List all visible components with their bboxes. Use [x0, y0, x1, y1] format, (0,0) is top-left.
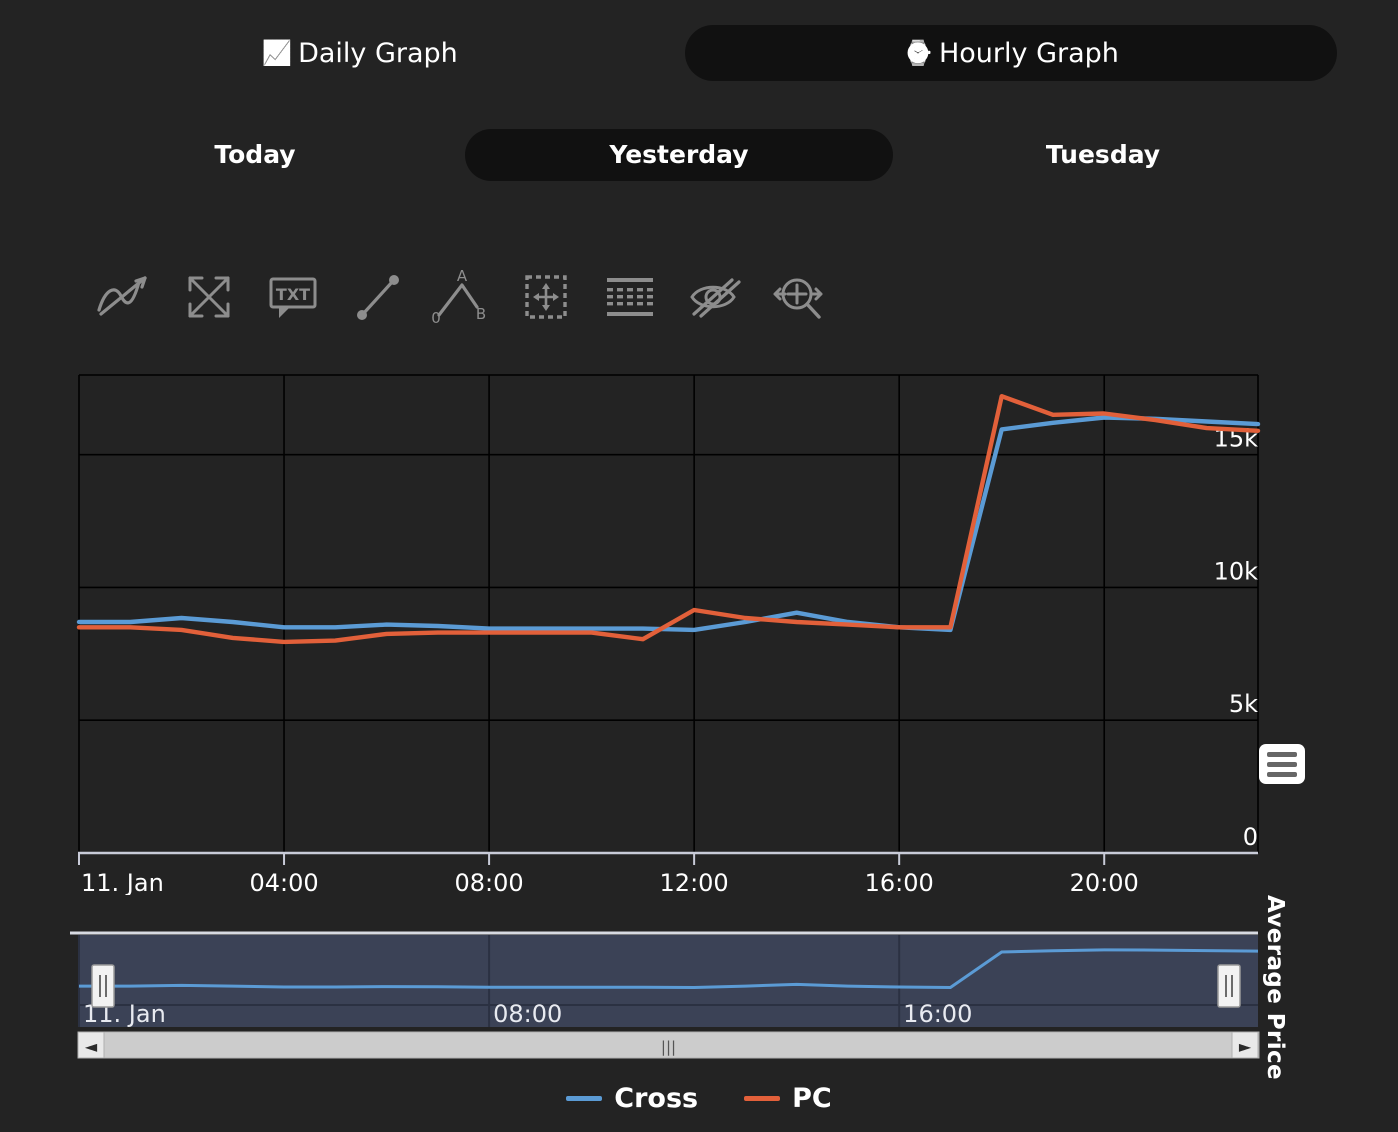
nav-handle-left[interactable]: [91, 964, 115, 1008]
nav-handle-right[interactable]: [1217, 964, 1241, 1008]
svg-text:►: ►: [1239, 1037, 1252, 1056]
indicators-tool-button[interactable]: [84, 262, 168, 332]
legend-swatch-pc: [744, 1096, 781, 1101]
svg-text:08:00: 08:00: [493, 1000, 562, 1028]
svg-text:0: 0: [431, 309, 441, 327]
menu-bar-2: [1267, 761, 1297, 767]
navigator-scroll-right-button[interactable]: ►: [1231, 1031, 1259, 1059]
legend-swatch-cross: [566, 1096, 603, 1101]
price-chart[interactable]: 11. Jan 04:00 08:00 12:00 16:00 20:00 0 5k 10k 15…: [0, 365, 1398, 1080]
zoom-pan-icon: [767, 270, 829, 324]
navigator-scroll-left-button[interactable]: ◄: [77, 1031, 105, 1059]
fullscreen-tool-button[interactable]: [168, 262, 252, 332]
line-segment-tool-button[interactable]: [336, 262, 420, 332]
tab-daily-graph-label: Daily Graph: [298, 37, 458, 69]
hide-eye-icon: [685, 270, 743, 324]
line-chart-icon: 📈: [262, 39, 293, 67]
legend-item-cross[interactable]: Cross: [566, 1083, 698, 1114]
text-annotation-tool-button[interactable]: TXT: [252, 262, 336, 332]
tab-hourly-graph[interactable]: ⌚ Hourly Graph: [685, 25, 1337, 81]
tab-today-label: Today: [214, 140, 296, 169]
table-grid-tool-button[interactable]: [588, 262, 672, 332]
chart-navigator[interactable]: 11. Jan 08:00 16:00 ◄ ► |||: [0, 925, 1398, 1060]
crosshair-box-tool-button[interactable]: [504, 262, 588, 332]
text-annotation-icon: TXT: [263, 270, 325, 324]
angle-measure-icon: A B 0: [429, 267, 495, 327]
tab-hourly-graph-label: Hourly Graph: [938, 37, 1119, 69]
chart-toolbar: TXT A B 0: [84, 262, 840, 332]
hide-annotations-tool-button[interactable]: [672, 262, 756, 332]
fullscreen-icon: [182, 270, 238, 324]
day-tabs: Today Yesterday Tuesday: [0, 127, 1398, 182]
chart-menu-button[interactable]: [1259, 744, 1305, 784]
tab-daily-graph[interactable]: 📈 Daily Graph: [35, 25, 685, 81]
tab-tuesday[interactable]: Tuesday: [893, 129, 1313, 181]
legend-label-cross: Cross: [614, 1083, 699, 1114]
svg-text:12:00: 12:00: [660, 869, 729, 895]
table-grid-icon: [600, 270, 660, 324]
navigator-canvas[interactable]: 11. Jan 08:00 16:00◄ ►|||: [0, 925, 1398, 1060]
tab-tuesday-label: Tuesday: [1045, 140, 1161, 169]
svg-text:A: A: [457, 267, 468, 285]
zoom-pan-tool-button[interactable]: [756, 262, 840, 332]
svg-text:16:00: 16:00: [903, 1000, 972, 1028]
angle-measure-tool-button[interactable]: A B 0: [420, 262, 504, 332]
indicators-icon: [95, 270, 157, 324]
graph-type-tabs: 📈 Daily Graph ⌚ Hourly Graph: [0, 22, 1398, 84]
tab-yesterday[interactable]: Yesterday: [465, 128, 893, 181]
menu-bar-1: [1267, 751, 1297, 757]
svg-text:0: 0: [1243, 823, 1258, 851]
svg-text:5k: 5k: [1229, 690, 1258, 718]
svg-text:04:00: 04:00: [249, 869, 318, 895]
svg-text:11. Jan: 11. Jan: [81, 869, 164, 895]
app-root: 📈 Daily Graph ⌚ Hourly Graph Today Yeste…: [0, 0, 1398, 1132]
menu-bar-3: [1267, 771, 1297, 777]
chart-canvas: 11. Jan 04:00 08:00 12:00 16:00 20:0005k10k15…: [76, 374, 1261, 895]
legend-item-pc[interactable]: PC: [744, 1083, 832, 1114]
svg-text:◄: ◄: [85, 1037, 98, 1056]
legend-label-pc: PC: [792, 1083, 832, 1114]
tab-yesterday-label: Yesterday: [609, 140, 749, 169]
chart-legend: Cross PC: [0, 1083, 1398, 1114]
tab-today[interactable]: Today: [45, 129, 465, 181]
crosshair-box-icon: [517, 270, 575, 324]
svg-text:20:00: 20:00: [1070, 869, 1139, 895]
svg-text:TXT: TXT: [276, 285, 310, 304]
line-segment-icon: [350, 270, 406, 324]
svg-text:16:00: 16:00: [865, 869, 934, 895]
watch-24h-icon: ⌚: [903, 39, 933, 67]
svg-text:10k: 10k: [1214, 557, 1259, 585]
navigator-scrollbar-grip[interactable]: |||: [661, 1038, 676, 1056]
svg-text:B: B: [476, 305, 486, 323]
svg-text:08:00: 08:00: [455, 869, 524, 895]
